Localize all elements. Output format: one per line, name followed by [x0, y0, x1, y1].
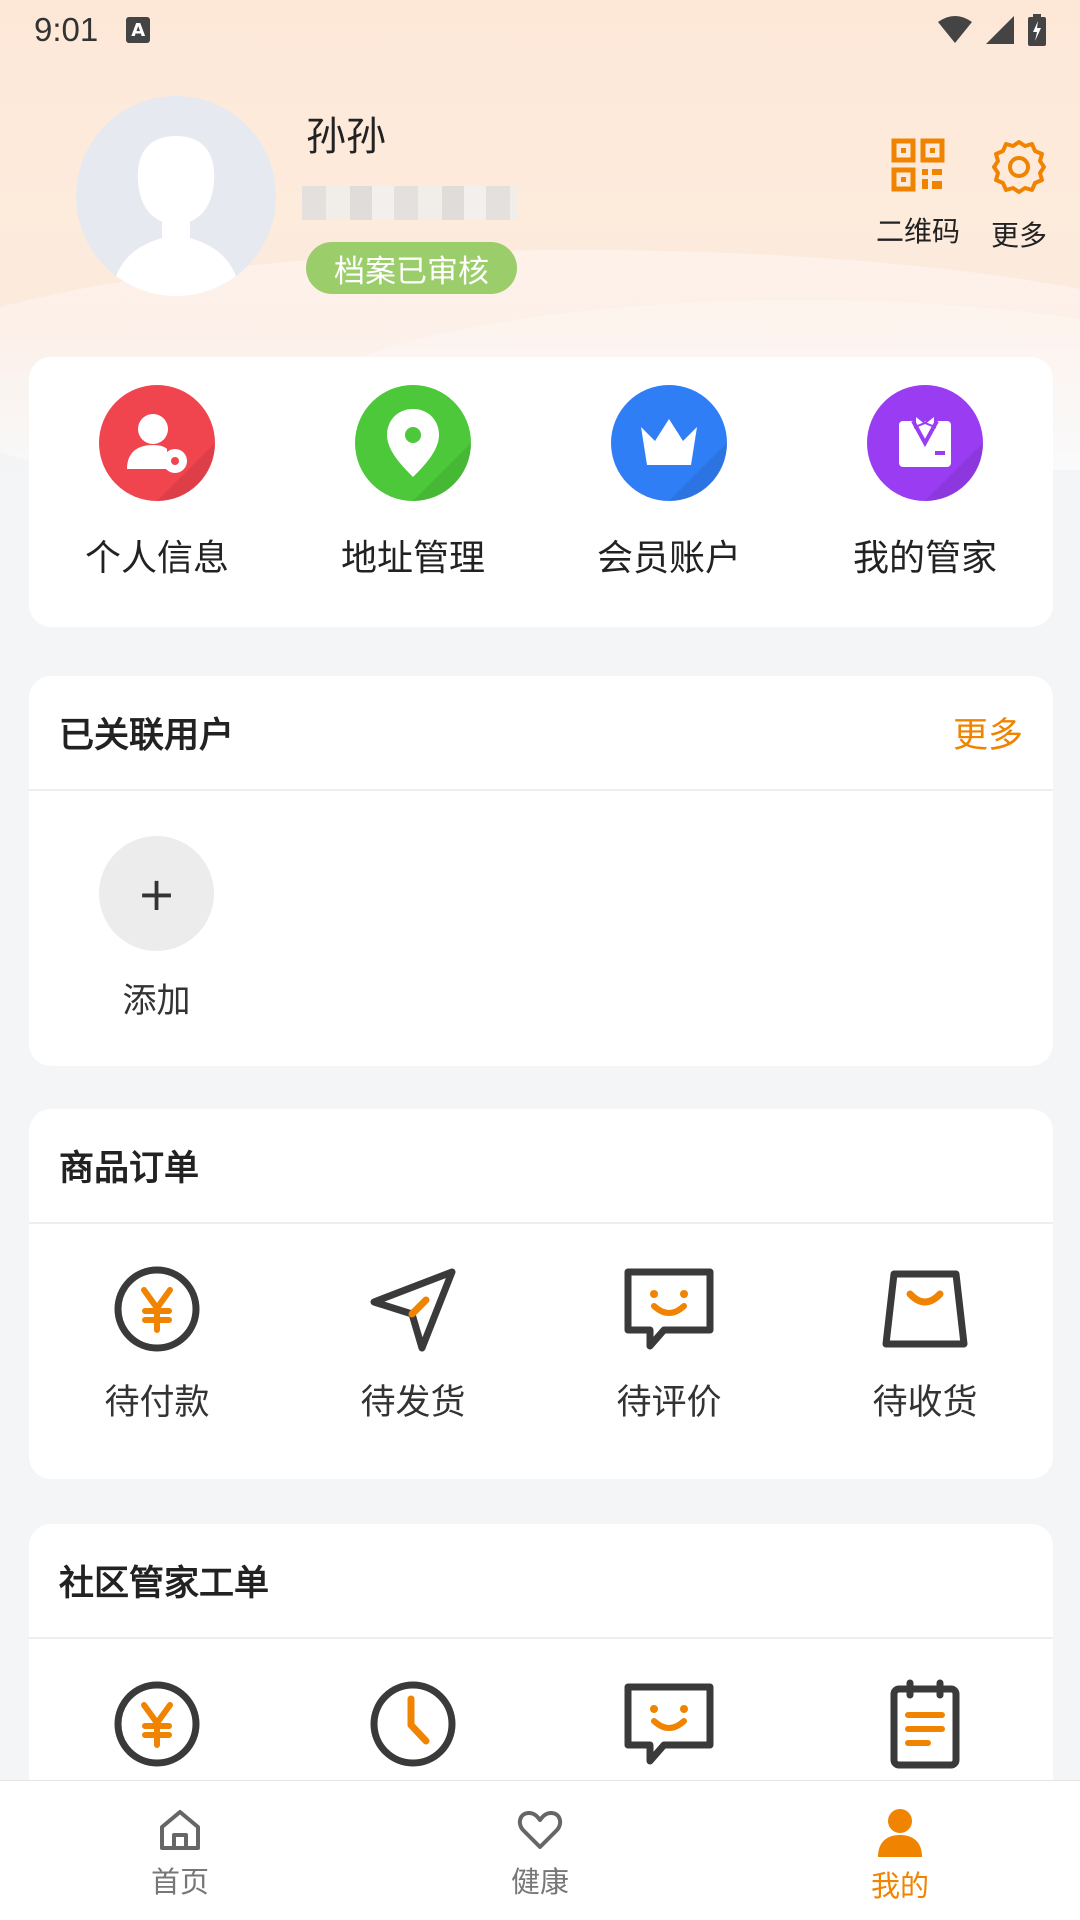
order-pending-shipment[interactable]: 待发货 [285, 1264, 541, 1425]
battery-icon [1028, 14, 1046, 46]
qr-code-label: 二维码 [876, 215, 961, 248]
community-header: 社区管家工单 [29, 1524, 1053, 1639]
work-order-review[interactable] [541, 1679, 797, 1769]
add-label: 添加 [122, 981, 191, 1021]
order-status-label: 待发货 [360, 1383, 466, 1423]
plus-icon: + [99, 836, 214, 951]
heart-icon [517, 1811, 563, 1849]
status-time: 9:01 [34, 11, 99, 48]
section-title: 社区管家工单 [59, 1564, 270, 1604]
avatar[interactable] [76, 96, 276, 296]
order-status-label: 待付款 [104, 1383, 210, 1423]
tab-label: 我的 [870, 1869, 929, 1903]
shopping-bag-icon [882, 1270, 968, 1348]
linked-users-card: 已关联用户 更多 + 添加 [29, 676, 1053, 1066]
work-order-row [29, 1639, 1053, 1769]
butler-icon [867, 385, 983, 501]
verified-badge: 档案已审核 [306, 242, 517, 294]
quick-action-personal-info[interactable]: 个人信息 [29, 357, 285, 627]
quick-action-butler[interactable]: 我的管家 [797, 357, 1053, 627]
more-label: 更多 [990, 219, 1047, 252]
status-bar: 9:01 A [0, 0, 1080, 60]
quick-action-label: 会员账户 [596, 538, 741, 579]
quick-action-label: 我的管家 [852, 538, 997, 579]
tab-health[interactable]: 健康 [360, 1781, 720, 1920]
add-linked-user-button[interactable]: + 添加 [99, 836, 214, 1022]
tab-label: 首页 [150, 1865, 209, 1899]
default-avatar-icon [110, 136, 242, 296]
notification-icon: A [126, 17, 151, 43]
tab-label: 健康 [510, 1865, 569, 1899]
wifi-icon [938, 16, 972, 43]
section-title: 已关联用户 [59, 716, 235, 756]
signal-icon [986, 16, 1014, 44]
orders-header: 商品订单 [29, 1109, 1053, 1224]
review-icon [624, 1268, 714, 1350]
yuan-icon [114, 1266, 200, 1352]
qr-code-icon [891, 138, 945, 192]
order-pending-receipt[interactable]: 待收货 [797, 1264, 1053, 1425]
more-settings-button[interactable]: 更多 [990, 138, 1048, 254]
bottom-tab-bar: 首页 健康 我的 [0, 1780, 1080, 1920]
gear-icon [992, 140, 1046, 194]
tab-mine[interactable]: 我的 [720, 1781, 1080, 1920]
location-pin-icon [355, 385, 471, 501]
quick-action-label: 个人信息 [84, 538, 229, 579]
quick-action-address[interactable]: 地址管理 [285, 357, 541, 627]
clipboard-icon [890, 1679, 960, 1769]
work-order-list[interactable] [797, 1679, 1053, 1769]
masked-phone-number [302, 186, 518, 220]
order-pending-payment[interactable]: 待付款 [29, 1264, 285, 1425]
yuan-icon [114, 1681, 200, 1767]
work-order-payment[interactable] [29, 1679, 285, 1769]
user-name: 孙孙 [306, 114, 386, 160]
linked-users-more-link[interactable]: 更多 [953, 707, 1023, 758]
quick-action-label: 地址管理 [340, 538, 485, 579]
qr-code-button[interactable]: 二维码 [876, 138, 960, 250]
quick-actions-card: 个人信息 地址管理 会员账户 我的管家 [29, 357, 1053, 627]
crown-icon [611, 385, 727, 501]
tab-home[interactable]: 首页 [0, 1781, 360, 1920]
work-order-processing[interactable] [285, 1679, 541, 1769]
review-icon [624, 1683, 714, 1765]
section-title: 商品订单 [59, 1149, 200, 1189]
order-status-row: 待付款 待发货 待评价 待收货 [29, 1224, 1053, 1425]
order-status-label: 待收货 [872, 1383, 978, 1423]
order-status-label: 待评价 [616, 1383, 722, 1423]
home-icon [160, 1810, 200, 1850]
quick-action-membership[interactable]: 会员账户 [541, 357, 797, 627]
orders-card: 商品订单 待付款 待发货 待评价 待收货 [29, 1109, 1053, 1479]
person-settings-icon [99, 385, 215, 501]
order-pending-review[interactable]: 待评价 [541, 1264, 797, 1425]
clock-icon [370, 1681, 456, 1767]
linked-users-header: 已关联用户 更多 [29, 676, 1053, 791]
status-icons [938, 14, 1046, 46]
send-icon [370, 1268, 456, 1352]
user-icon [878, 1809, 922, 1857]
